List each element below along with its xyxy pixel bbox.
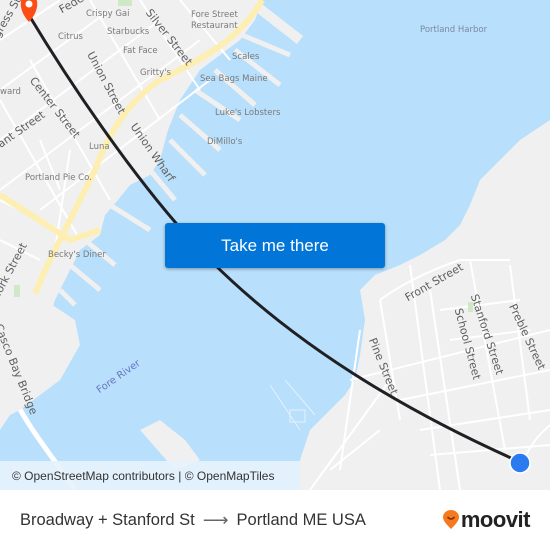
- arrow-right-icon: ⟶: [202, 510, 229, 530]
- attribution-text[interactable]: © OpenStreetMap contributors | © OpenMap…: [12, 469, 274, 483]
- poi-sea-bags: Sea Bags Maine: [200, 74, 268, 84]
- poi-ward: ward: [0, 87, 21, 97]
- destination-name: Portland ME USA: [236, 511, 366, 529]
- moovit-logo[interactable]: moovit: [442, 507, 531, 533]
- route-summary: Broadway + Stanford St ⟶ Portland ME USA: [20, 510, 366, 531]
- poi-dimillos: DiMillo's: [207, 137, 243, 147]
- take-me-there-button[interactable]: Take me there: [165, 223, 385, 268]
- poi-grittys: Gritty's: [140, 68, 171, 78]
- poi-fat-face: Fat Face: [123, 46, 158, 56]
- water-label-portland-harbor: Portland Harbor: [420, 25, 488, 35]
- poi-fore-street-2: Restaurant: [191, 21, 238, 31]
- moovit-pin-icon: [442, 510, 459, 529]
- poi-scales: Scales: [232, 52, 260, 62]
- origin-marker: [509, 452, 531, 474]
- poi-citrus: Citrus: [58, 32, 83, 42]
- poi-starbucks: Starbucks: [107, 27, 150, 37]
- map-view[interactable]: gress St Fede Crispy Gai Silver Street F…: [0, 0, 550, 490]
- poi-crispy-gai: Crispy Gai: [86, 9, 130, 19]
- map-attribution[interactable]: © OpenStreetMap contributors | © OpenMap…: [0, 461, 300, 490]
- poi-beckys-diner: Becky's Diner: [48, 250, 106, 260]
- poi-fore-street-1: Fore Street: [191, 10, 238, 20]
- poi-luna: Luna: [89, 142, 110, 152]
- origin-name: Broadway + Stanford St: [20, 511, 195, 529]
- poi-portland-pie: Portland Pie Co.: [25, 173, 92, 183]
- poi-lukes: Luke's Lobsters: [215, 108, 281, 118]
- brand-name: moovit: [460, 507, 531, 532]
